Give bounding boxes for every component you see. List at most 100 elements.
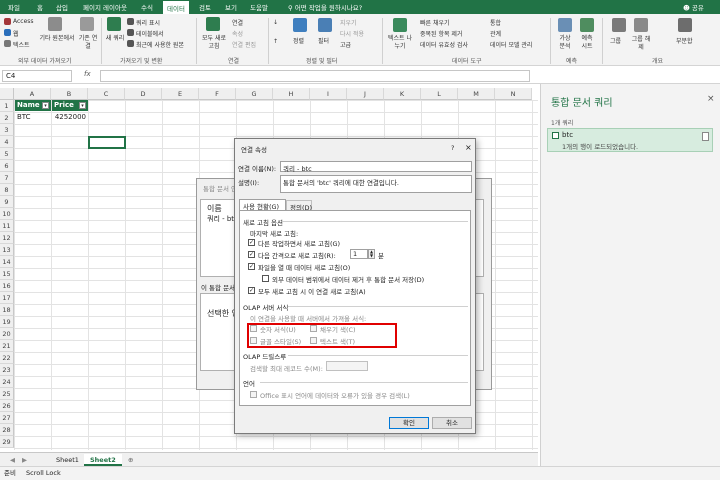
sheet-tab-1[interactable]: Sheet1: [50, 454, 85, 466]
tab-file[interactable]: 파일: [8, 2, 20, 12]
properties-button[interactable]: 속성: [232, 29, 243, 38]
flash-fill-button[interactable]: 빠른 채우기: [420, 18, 450, 27]
edit-links-button[interactable]: 연결 편집: [232, 40, 256, 49]
tab-insert[interactable]: 삽입: [56, 2, 68, 12]
row-header-1[interactable]: 1: [0, 100, 14, 112]
row-header-3[interactable]: 3: [0, 124, 14, 136]
row-header-11[interactable]: 11: [0, 220, 14, 232]
advanced-filter-button[interactable]: 고급: [340, 40, 351, 49]
row-header-20[interactable]: 20: [0, 328, 14, 340]
reapply-filter-button[interactable]: 다시 적용: [340, 29, 364, 38]
row-header-17[interactable]: 17: [0, 292, 14, 304]
filter-dropdown-icon[interactable]: ▾: [79, 102, 86, 109]
next-sheet-icon[interactable]: ▶: [16, 454, 33, 466]
row-header-13[interactable]: 13: [0, 244, 14, 256]
row-header-9[interactable]: 9: [0, 196, 14, 208]
refresh-all-button[interactable]: 모두 새로 고침: [199, 35, 229, 51]
connections-button[interactable]: 연결: [232, 18, 243, 27]
column-header-f[interactable]: F: [199, 88, 236, 100]
relationships-button[interactable]: 관계: [490, 29, 501, 38]
column-header-m[interactable]: M: [458, 88, 495, 100]
filter-button[interactable]: 필터: [318, 36, 329, 45]
interval-refresh-checkbox[interactable]: ✓: [248, 251, 255, 258]
row-header-26[interactable]: 26: [0, 400, 14, 412]
column-header-n[interactable]: N: [495, 88, 532, 100]
filter-dropdown-icon[interactable]: ▾: [42, 102, 49, 109]
column-header-h[interactable]: H: [273, 88, 310, 100]
connection-name-input[interactable]: 쿼리 - btc: [280, 161, 472, 173]
column-header-d[interactable]: D: [125, 88, 162, 100]
row-header-7[interactable]: 7: [0, 172, 14, 184]
text-to-columns-button[interactable]: 텍스트 나누기: [386, 35, 414, 51]
row-header-22[interactable]: 22: [0, 352, 14, 364]
what-if-button[interactable]: 가상 분석: [556, 35, 574, 51]
row-header-5[interactable]: 5: [0, 148, 14, 160]
forecast-sheet-button[interactable]: 예측 시트: [578, 35, 596, 51]
add-sheet-icon[interactable]: ⊕: [122, 454, 139, 466]
column-header-g[interactable]: G: [236, 88, 273, 100]
tab-usage[interactable]: 사용 현황(G): [239, 199, 286, 211]
row-header-21[interactable]: 21: [0, 340, 14, 352]
subtotal-button[interactable]: 부분합: [676, 36, 693, 45]
row-header-12[interactable]: 12: [0, 232, 14, 244]
row-header-23[interactable]: 23: [0, 364, 14, 376]
refresh-on-open-checkbox[interactable]: ✓: [248, 263, 255, 270]
row-header-28[interactable]: 28: [0, 424, 14, 436]
tab-definition[interactable]: 정의(D): [286, 200, 312, 212]
cancel-button[interactable]: 취소: [432, 417, 472, 429]
row-header-15[interactable]: 15: [0, 268, 14, 280]
sheet-tab-2[interactable]: Sheet2: [84, 454, 122, 466]
data-validation-button[interactable]: 데이터 유효성 검사: [420, 40, 468, 49]
column-header-k[interactable]: K: [384, 88, 421, 100]
active-cell-c4[interactable]: [88, 136, 126, 149]
fx-icon[interactable]: fx: [84, 70, 91, 78]
new-query-button[interactable]: 새 쿼리: [105, 35, 125, 43]
row-header-8[interactable]: 8: [0, 184, 14, 196]
row-header-6[interactable]: 6: [0, 160, 14, 172]
tab-help[interactable]: 도움말: [250, 2, 268, 12]
language-checkbox[interactable]: [250, 391, 257, 398]
row-header-2[interactable]: 2: [0, 112, 14, 124]
sort-button[interactable]: 정렬: [293, 36, 304, 45]
interval-input[interactable]: 1: [350, 249, 368, 259]
name-box[interactable]: C4: [2, 70, 72, 82]
max-records-input[interactable]: [326, 361, 368, 371]
recent-sources-button[interactable]: 최근에 사용한 원본: [136, 40, 184, 49]
sort-za-icon[interactable]: ↑: [273, 38, 278, 45]
remove-duplicates-button[interactable]: 중복된 항목 제거: [420, 29, 462, 38]
column-header-c[interactable]: C: [88, 88, 125, 100]
pane-close-icon[interactable]: ×: [707, 94, 715, 104]
row-header-4[interactable]: 4: [0, 136, 14, 148]
from-access-button[interactable]: Access: [13, 18, 34, 25]
tab-page-layout[interactable]: 페이지 레이아웃: [83, 2, 127, 12]
connection-row[interactable]: 쿼리 - bt: [207, 214, 234, 224]
from-text-button[interactable]: 텍스트: [13, 40, 30, 49]
column-header-e[interactable]: E: [162, 88, 199, 100]
refresh-all-conn-checkbox[interactable]: ✓: [248, 287, 255, 294]
tab-home[interactable]: 홈: [37, 2, 43, 12]
from-web-button[interactable]: 웹: [13, 29, 19, 38]
select-all-corner[interactable]: [0, 88, 14, 100]
existing-connections-button[interactable]: 기존 연결: [78, 35, 98, 51]
consolidate-button[interactable]: 통합: [490, 18, 501, 27]
close-icon[interactable]: ×: [465, 143, 472, 152]
group-button[interactable]: 그룹: [610, 36, 621, 45]
row-header-18[interactable]: 18: [0, 304, 14, 316]
column-header-l[interactable]: L: [421, 88, 458, 100]
cell-b2[interactable]: 4252000: [52, 112, 88, 123]
column-header-j[interactable]: J: [347, 88, 384, 100]
remove-external-checkbox[interactable]: [262, 275, 269, 282]
tab-formulas[interactable]: 수식: [141, 2, 153, 12]
query-item-btc[interactable]: btc 1개의 행이 로드되었습니다.: [547, 128, 713, 152]
show-queries-button[interactable]: 쿼리 표시: [136, 18, 160, 27]
row-header-19[interactable]: 19: [0, 316, 14, 328]
help-icon[interactable]: ?: [451, 144, 454, 152]
row-header-24[interactable]: 24: [0, 376, 14, 388]
data-model-button[interactable]: 데이터 모델 관리: [490, 40, 532, 49]
share-button[interactable]: ☻ 공유: [683, 2, 704, 12]
column-header-i[interactable]: I: [310, 88, 347, 100]
other-sources-button[interactable]: 기타 원본에서: [38, 35, 76, 43]
row-header-14[interactable]: 14: [0, 256, 14, 268]
column-header-b[interactable]: B: [51, 88, 88, 100]
interval-spinner[interactable]: ▲ ▼: [368, 249, 375, 259]
